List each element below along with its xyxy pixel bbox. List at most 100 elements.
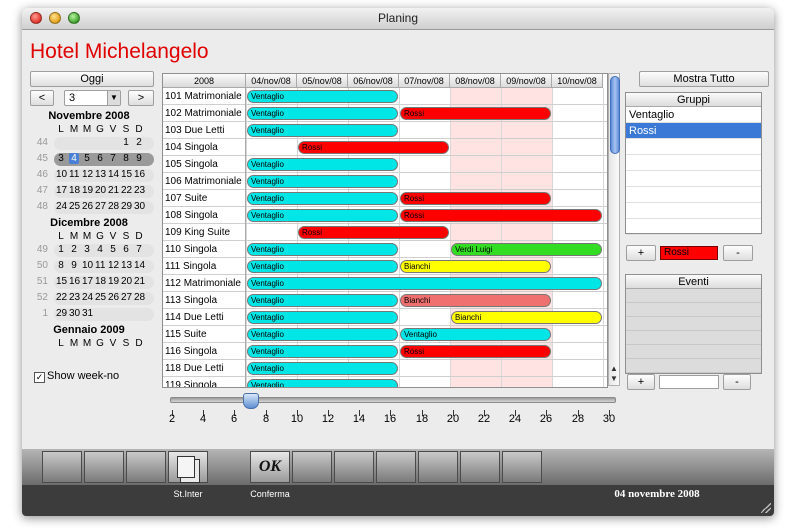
day-cell[interactable]: 26 — [108, 292, 119, 303]
day-cell[interactable]: 4 — [69, 153, 79, 164]
room-name[interactable]: 109 King Suite — [163, 224, 246, 241]
day-cell[interactable]: 5 — [82, 153, 92, 164]
today-button[interactable]: Oggi — [30, 71, 154, 87]
show-all-button[interactable]: Mostra Tutto — [639, 71, 769, 87]
day-cell[interactable]: 28 — [134, 292, 145, 303]
booking-bar[interactable]: Ventaglio — [247, 294, 398, 307]
day-cell[interactable]: 9 — [134, 153, 144, 164]
day-cell[interactable]: 29 — [56, 308, 67, 319]
day-cell[interactable]: 30 — [69, 308, 80, 319]
booking-bar[interactable]: Ventaglio — [247, 192, 398, 205]
remove-event-button[interactable]: - — [723, 374, 751, 390]
room-name[interactable]: 106 Matrimoniale — [163, 173, 246, 190]
booking-bar[interactable]: Ventaglio — [247, 107, 398, 120]
day-cell[interactable]: 6 — [95, 153, 105, 164]
day-cell[interactable]: 16 — [69, 276, 80, 287]
day-cell[interactable]: 6 — [121, 244, 131, 255]
room-name[interactable]: 102 Matrimoniale — [163, 105, 246, 122]
day-cell[interactable]: 2 — [134, 137, 144, 148]
booking-bar[interactable]: Rossi — [400, 192, 551, 205]
day-cell[interactable]: 27 — [95, 201, 106, 212]
booking-bar[interactable]: Rossi — [298, 226, 449, 239]
add-group-button[interactable]: + — [626, 245, 656, 261]
room-name[interactable]: 115 Suite — [163, 326, 246, 343]
room-name[interactable]: 108 Singola — [163, 207, 246, 224]
booking-bar[interactable]: Ventaglio — [247, 328, 398, 341]
week-row[interactable]: 44 1 2 — [22, 137, 156, 150]
remove-group-button[interactable]: - — [723, 245, 753, 261]
day-cell[interactable]: 21 — [134, 276, 145, 287]
room-name[interactable]: 112 Matrimoniale — [163, 275, 246, 292]
week-row[interactable]: 50 8 9 10 11 12 13 14 — [22, 260, 156, 273]
day-cell[interactable]: 4 — [95, 244, 105, 255]
booking-bar[interactable]: Bianchi — [451, 311, 602, 324]
events-list[interactable]: Eventi — [625, 274, 762, 374]
grid-scrollbar[interactable]: ▲ ▼ — [608, 73, 620, 386]
booking-bar[interactable]: Ventaglio — [247, 175, 398, 188]
st-inter-button[interactable] — [168, 451, 208, 483]
booking-bar[interactable]: Ventaglio — [247, 311, 398, 324]
day-cell[interactable]: 9 — [69, 260, 79, 271]
day-cell[interactable]: 21 — [108, 185, 119, 196]
group-item[interactable]: Ventaglio — [626, 107, 761, 123]
day-cell[interactable]: 25 — [95, 292, 106, 303]
day-cell[interactable]: 18 — [69, 185, 80, 196]
booking-bar[interactable]: Rossi — [400, 209, 602, 222]
day-cell[interactable]: 5 — [108, 244, 118, 255]
day-cell[interactable]: 3 — [56, 153, 66, 164]
booking-bar[interactable]: Ventaglio — [247, 260, 398, 273]
week-row[interactable]: 49 1 2 3 4 5 6 7 — [22, 244, 156, 257]
booking-bar[interactable]: Ventaglio — [247, 124, 398, 137]
day-cell[interactable]: 1 — [56, 244, 66, 255]
day-cell[interactable]: 10 — [56, 169, 67, 180]
booking-bar[interactable]: Rossi — [400, 345, 551, 358]
resize-grip-icon[interactable] — [761, 503, 771, 513]
room-name[interactable]: 107 Suite — [163, 190, 246, 207]
day-cell[interactable]: 30 — [134, 201, 145, 212]
prev-month-button[interactable]: < — [30, 90, 54, 106]
week-row[interactable]: 48 24 25 26 27 28 29 30 — [22, 201, 156, 214]
day-cell[interactable]: 7 — [108, 153, 118, 164]
day-cell[interactable]: 1 — [121, 137, 131, 148]
week-row[interactable]: 46 10 11 12 13 14 15 16 — [22, 169, 156, 182]
days-slider-thumb[interactable] — [243, 393, 259, 409]
room-name[interactable]: 114 Due Letti — [163, 309, 246, 326]
booking-bar[interactable]: Ventaglio — [247, 345, 398, 358]
day-cell[interactable]: 17 — [82, 276, 93, 287]
day-cell[interactable]: 12 — [82, 169, 93, 180]
day-cell[interactable]: 25 — [69, 201, 80, 212]
day-cell[interactable]: 24 — [56, 201, 67, 212]
conferma-button[interactable]: OK — [250, 451, 290, 483]
day-cell[interactable]: 18 — [95, 276, 106, 287]
room-name[interactable]: 110 Singola — [163, 241, 246, 258]
next-month-button[interactable]: > — [128, 90, 154, 106]
week-row[interactable]: 45 3 4 5 6 7 8 9 — [22, 153, 156, 166]
day-cell[interactable]: 8 — [121, 153, 131, 164]
groups-list[interactable]: Gruppi Ventaglio Rossi — [625, 92, 762, 235]
room-name[interactable]: 118 Due Letti — [163, 360, 246, 377]
scrollbar-thumb[interactable] — [610, 76, 620, 154]
day-cell[interactable]: 19 — [108, 276, 119, 287]
booking-bar[interactable]: Ventaglio — [247, 158, 398, 171]
booking-bar[interactable]: Verdi Luigi — [451, 243, 602, 256]
booking-bar[interactable]: Ventaglio — [247, 209, 398, 222]
booking-bar[interactable]: Ventaglio — [400, 328, 551, 341]
day-cell[interactable]: 2 — [69, 244, 79, 255]
day-cell[interactable]: 19 — [82, 185, 93, 196]
days-slider-track[interactable] — [170, 397, 616, 403]
day-cell[interactable]: 28 — [108, 201, 119, 212]
day-cell[interactable]: 22 — [121, 185, 132, 196]
day-cell[interactable]: 12 — [108, 260, 119, 271]
group-color-field[interactable]: Rossi — [660, 246, 718, 260]
day-cell[interactable]: 23 — [134, 185, 145, 196]
room-name[interactable]: 103 Due Letti — [163, 122, 246, 139]
week-row[interactable]: 52 22 23 24 25 26 27 28 — [22, 292, 156, 305]
room-name[interactable]: 113 Singola — [163, 292, 246, 309]
day-cell[interactable]: 16 — [134, 169, 145, 180]
booking-bar[interactable]: Rossi — [400, 107, 551, 120]
day-cell[interactable]: 13 — [121, 260, 132, 271]
day-cell[interactable]: 20 — [95, 185, 106, 196]
week-row[interactable]: 1 29 30 31 — [22, 308, 156, 321]
room-name[interactable]: 119 Singola — [163, 377, 246, 387]
day-cell[interactable]: 14 — [134, 260, 145, 271]
